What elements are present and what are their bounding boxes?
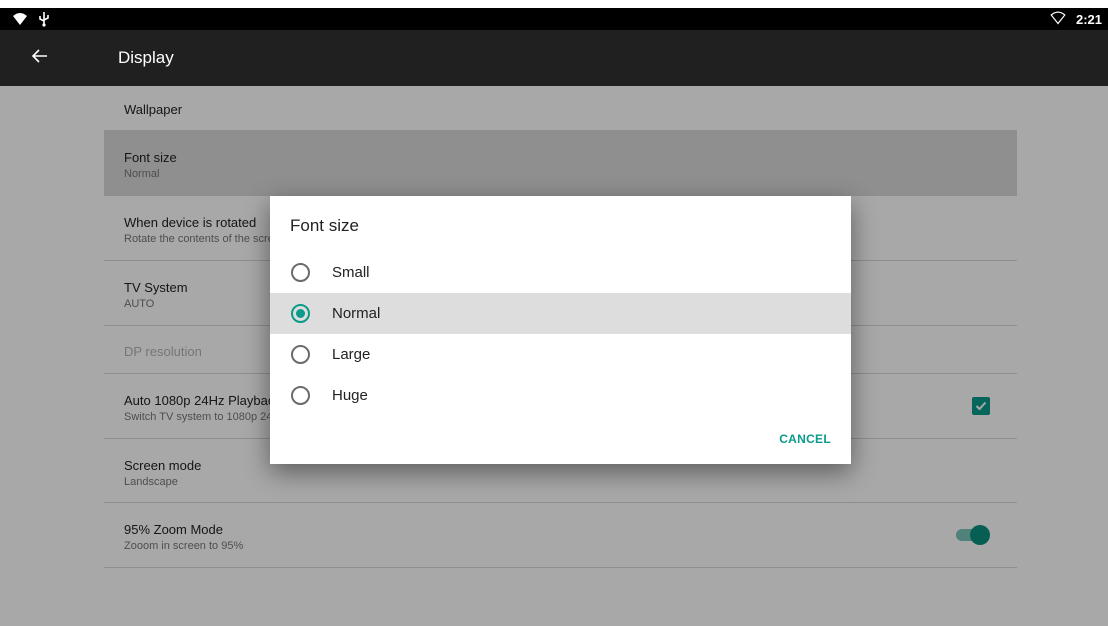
option-label: Huge	[332, 387, 368, 404]
option-label: Small	[332, 264, 370, 281]
cancel-button[interactable]: CANCEL	[779, 432, 831, 446]
screen: 2:21 Display Wallpaper Font size Normal …	[0, 8, 1108, 626]
radio-button[interactable]	[291, 345, 310, 364]
option-large[interactable]: Large	[270, 334, 851, 375]
radio-button[interactable]	[291, 263, 310, 282]
radio-button-checked[interactable]	[291, 304, 310, 323]
radio-button[interactable]	[291, 386, 310, 405]
option-label: Large	[332, 346, 371, 363]
status-time: 2:21	[1075, 12, 1102, 27]
option-label: Normal	[332, 305, 381, 322]
status-bar: 2:21	[0, 8, 1108, 30]
dialog-title: Font size	[290, 216, 359, 235]
wifi-signal-icon	[12, 12, 28, 31]
font-size-dialog: Font size Small Normal Large Huge CANCEL	[270, 196, 851, 464]
option-small[interactable]: Small	[270, 252, 851, 293]
option-huge[interactable]: Huge	[270, 375, 851, 416]
wifi-outline-icon	[1050, 11, 1066, 28]
page-title: Display	[118, 48, 174, 67]
back-arrow-icon[interactable]	[30, 46, 54, 70]
app-bar: Display	[0, 30, 1108, 86]
usb-icon	[38, 11, 50, 32]
option-normal[interactable]: Normal	[270, 293, 851, 334]
